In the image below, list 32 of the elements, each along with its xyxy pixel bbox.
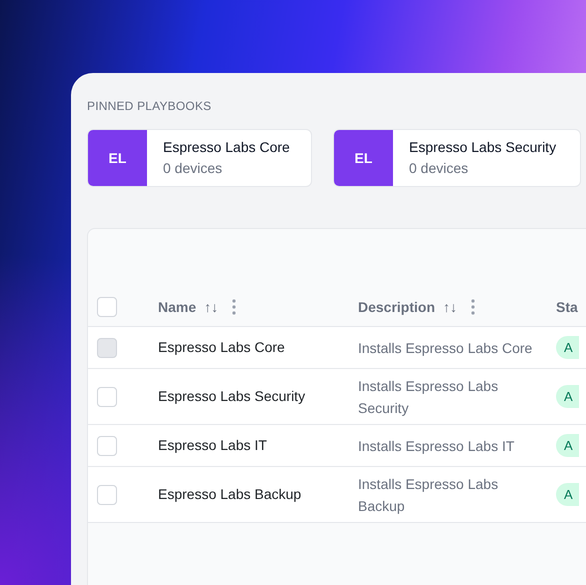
playbook-name: Espresso Labs Core bbox=[163, 138, 290, 157]
device-count: 0 devices bbox=[163, 159, 224, 178]
status-badge: A bbox=[556, 434, 579, 458]
checkbox[interactable] bbox=[97, 436, 117, 456]
status-badge: A bbox=[556, 482, 579, 506]
more-icon[interactable] bbox=[471, 299, 476, 315]
playbook-card[interactable]: EL Espresso Labs Security 0 devices bbox=[333, 129, 581, 187]
sort-icon[interactable]: ↑↓ bbox=[443, 296, 458, 318]
more-icon[interactable] bbox=[232, 299, 236, 315]
row-description: Installs Espresso Labs Core bbox=[358, 338, 532, 358]
initials-avatar: EL bbox=[88, 130, 147, 186]
column-header[interactable]: Name bbox=[158, 296, 196, 318]
initials-avatar: EL bbox=[334, 130, 393, 186]
row-name: Espresso Labs IT bbox=[158, 436, 267, 455]
row-description: Installs Espresso Labs Backup bbox=[358, 474, 500, 516]
playbook-card[interactable]: EL Espresso Labs Core 0 devices bbox=[87, 129, 312, 187]
row-name: Espresso Labs Security bbox=[158, 387, 306, 406]
playbook-name: Espresso Labs Security bbox=[409, 138, 556, 157]
status-badge: A bbox=[556, 336, 579, 360]
column-header[interactable]: Sta bbox=[556, 296, 578, 318]
checkbox[interactable] bbox=[97, 484, 117, 504]
row-description: Installs Espresso Labs Security bbox=[358, 376, 500, 418]
sort-icon[interactable]: ↑↓ bbox=[204, 296, 218, 318]
section-heading: PINNED PLAYBOOKS bbox=[87, 98, 212, 115]
row-name: Espresso Labs Backup bbox=[158, 485, 302, 504]
row-name: Espresso Labs Core bbox=[158, 338, 285, 357]
checkbox[interactable] bbox=[97, 297, 117, 317]
status-badge: A bbox=[556, 384, 579, 408]
column-header[interactable]: Description bbox=[358, 296, 436, 318]
device-count: 0 devices bbox=[409, 159, 470, 178]
row-description: Installs Espresso Labs IT bbox=[358, 436, 514, 456]
checkbox[interactable] bbox=[97, 386, 117, 406]
